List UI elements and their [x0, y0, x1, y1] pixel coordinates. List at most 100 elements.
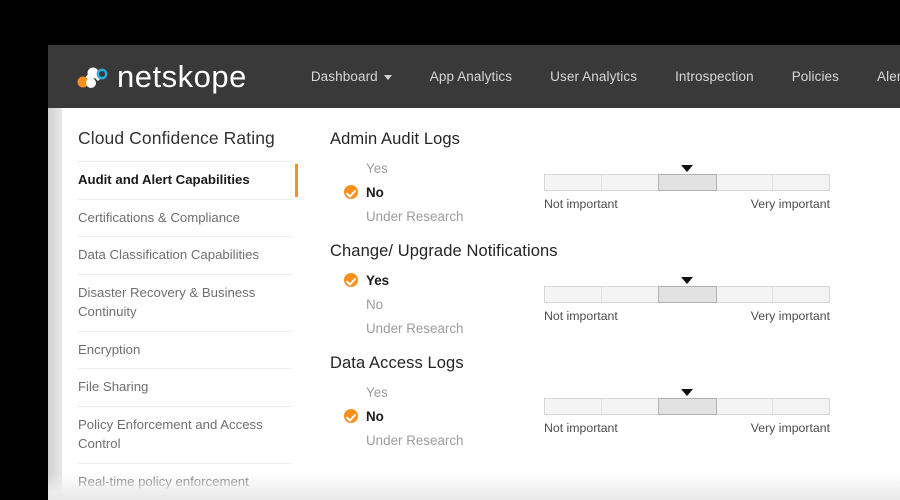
importance-slider[interactable]: Not important Very important [530, 380, 830, 435]
sidebar-item-certifications-compliance[interactable]: Certifications & Compliance [78, 200, 292, 238]
question-options: Yes No Under Research [330, 268, 530, 340]
sidebar-item-label: Certifications & Compliance [78, 209, 240, 225]
option-no[interactable]: No [344, 292, 530, 316]
slider-track[interactable] [544, 398, 830, 415]
sidebar-item-data-classification-capabilities[interactable]: Data Classification Capabilities [78, 237, 292, 276]
slider-segment-4[interactable] [715, 399, 773, 414]
sidebar-item-label: Data Classification Capabilities [78, 247, 260, 263]
option-yes[interactable]: Yes [344, 380, 530, 404]
main-content: Admin Audit Logs Yes No Under Research N… [308, 108, 900, 500]
slider-min-label: Not important [544, 309, 618, 323]
top-navigation-bar: netskope Dashboard App Analytics User An… [48, 45, 900, 108]
nav-item-app-analytics[interactable]: App Analytics [411, 69, 531, 84]
sidebar-item-policy-enforcement-and-access-control[interactable]: Policy Enforcement and Access Control [78, 407, 292, 464]
sidebar-item-encryption[interactable]: Encryption [78, 332, 292, 370]
nav-item-label: Alerts [877, 69, 900, 84]
slider-pointer-icon [681, 389, 693, 396]
radio-icon [344, 297, 358, 311]
importance-slider[interactable]: Not important Very important [530, 268, 830, 323]
netskope-logo[interactable]: netskope [74, 57, 247, 97]
question-group-admin-audit-logs: Admin Audit Logs Yes No Under Research N… [330, 130, 876, 228]
nav-item-label: App Analytics [429, 69, 513, 84]
app-window: netskope Dashboard App Analytics User An… [48, 45, 900, 500]
slider-track[interactable] [544, 174, 830, 191]
radio-icon [344, 161, 358, 175]
slider-segment-2[interactable] [602, 175, 660, 190]
slider-segment-5[interactable] [772, 287, 830, 302]
option-label: Yes [366, 384, 388, 400]
slider-min-label: Not important [544, 197, 618, 211]
radio-icon [344, 433, 358, 447]
option-label: Yes [366, 160, 388, 176]
check-circle-icon [344, 409, 358, 423]
left-gutter [48, 108, 62, 500]
option-under-research[interactable]: Under Research [344, 428, 530, 452]
nav-item-policies[interactable]: Policies [773, 69, 858, 84]
sidebar-item-label: Audit and Alert Capabilities [78, 172, 250, 187]
sidebar-item-label: Encryption [78, 341, 141, 357]
slider-segment-3[interactable] [658, 286, 717, 303]
nav-item-alerts[interactable]: Alerts 699 [858, 67, 900, 86]
slider-track[interactable] [544, 286, 830, 303]
option-label: Under Research [366, 432, 464, 448]
nav-item-dashboard[interactable]: Dashboard [292, 69, 411, 84]
sidebar-item-label: Real-time policy enforcement [78, 473, 249, 489]
sidebar-item-file-sharing[interactable]: File Sharing [78, 369, 292, 408]
question-options: Yes No Under Research [330, 156, 530, 228]
option-no[interactable]: No [344, 404, 530, 428]
sidebar-item-label: Disaster Recovery & Business Continuity [78, 285, 256, 319]
question-title: Admin Audit Logs [330, 130, 461, 148]
sidebar-item-audit-and-alert-capabilities[interactable]: Audit and Alert Capabilities [78, 161, 298, 200]
sidebar-item-disaster-recovery-business-continuity[interactable]: Disaster Recovery & Business Continuity [78, 275, 292, 332]
netskope-node-logo-icon [74, 64, 110, 90]
option-yes[interactable]: Yes [344, 268, 530, 292]
slider-segment-1[interactable] [545, 175, 603, 190]
slider-segment-2[interactable] [602, 287, 660, 302]
sidebar-item-label: Policy Enforcement and Access Control [78, 417, 263, 451]
radio-icon [344, 321, 358, 335]
slider-segment-5[interactable] [772, 175, 830, 190]
slider-segment-2[interactable] [602, 399, 660, 414]
radio-icon [344, 209, 358, 223]
importance-slider[interactable]: Not important Very important [530, 156, 830, 211]
question-title: Data Access Logs [330, 354, 464, 372]
option-label: No [366, 184, 384, 200]
slider-max-label: Very important [750, 197, 830, 211]
sidebar-category-list: Audit and Alert Capabilities Certificati… [78, 161, 298, 500]
slider-segment-4[interactable] [715, 175, 773, 190]
nav-item-user-analytics[interactable]: User Analytics [531, 69, 656, 84]
option-label: No [366, 408, 384, 424]
option-label: Under Research [366, 208, 464, 224]
nav-item-label: Policies [791, 69, 840, 84]
option-yes[interactable]: Yes [344, 156, 530, 180]
sidebar-item-label: File Sharing [78, 379, 149, 395]
slider-pointer-icon [681, 165, 693, 172]
slider-segment-1[interactable] [545, 287, 603, 302]
option-label: Yes [366, 272, 390, 288]
nav-item-label: Introspection [675, 69, 754, 84]
sidebar: Cloud Confidence Rating Audit and Alert … [62, 108, 308, 500]
slider-max-label: Very important [750, 309, 830, 323]
slider-segment-3[interactable] [658, 398, 717, 415]
slider-min-label: Not important [544, 421, 618, 435]
sidebar-item-real-time-policy-enforcement[interactable]: Real-time policy enforcement [78, 464, 292, 500]
option-no[interactable]: No [344, 180, 530, 204]
slider-segment-4[interactable] [715, 287, 773, 302]
main-nav: Dashboard App Analytics User Analytics I… [292, 45, 900, 108]
nav-item-label: Dashboard [310, 69, 378, 84]
slider-max-label: Very important [750, 421, 830, 435]
check-circle-icon [344, 185, 358, 199]
option-label: Under Research [366, 320, 464, 336]
option-label: No [366, 296, 384, 312]
check-circle-icon [344, 273, 358, 287]
nav-item-introspection[interactable]: Introspection [656, 69, 773, 84]
question-options: Yes No Under Research [330, 380, 530, 452]
question-title: Change/ Upgrade Notifications [330, 242, 558, 260]
slider-segment-3[interactable] [658, 174, 717, 191]
option-under-research[interactable]: Under Research [344, 316, 530, 340]
slider-segment-1[interactable] [545, 399, 603, 414]
question-group-data-access-logs: Data Access Logs Yes No Under Research N… [330, 354, 876, 452]
slider-segment-5[interactable] [772, 399, 830, 414]
nav-item-label: User Analytics [550, 69, 638, 84]
option-under-research[interactable]: Under Research [344, 204, 530, 228]
